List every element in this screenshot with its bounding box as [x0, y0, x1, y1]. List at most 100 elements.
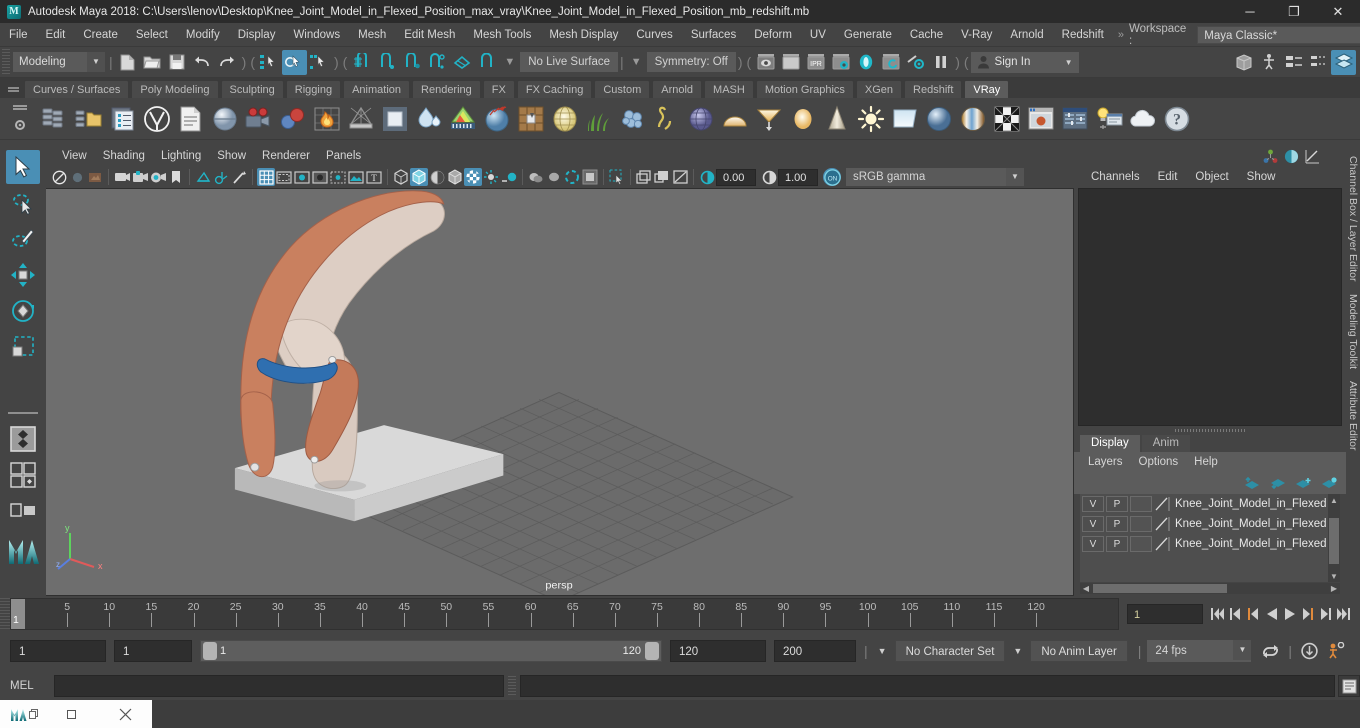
vray-fur-icon[interactable] [480, 102, 514, 136]
layers-menu[interactable]: Layers [1080, 456, 1131, 468]
tool-settings-icon[interactable] [1306, 50, 1331, 75]
anim-layer-dropdown[interactable]: No Anim Layer [1030, 640, 1128, 662]
layer-visibility-toggle[interactable]: V [1082, 536, 1104, 552]
xray-mode-icon[interactable] [464, 168, 482, 186]
tab-channel-box-layer-editor[interactable]: Channel Box / Layer Editor [1347, 150, 1359, 288]
ipr-close-icon[interactable] [671, 168, 689, 186]
step-forward-frame-icon[interactable] [1317, 604, 1334, 624]
viewport-menu-show[interactable]: Show [209, 146, 254, 166]
taskbar-maya-entry[interactable] [0, 706, 44, 723]
layer-playback-toggle[interactable]: P [1106, 496, 1128, 512]
snap-curve-icon[interactable] [374, 50, 399, 75]
channels-show-menu[interactable]: Show [1238, 171, 1285, 183]
channels-object-menu[interactable]: Object [1186, 171, 1237, 183]
render-settings-icon[interactable] [828, 50, 853, 75]
menu-vray[interactable]: V-Ray [952, 23, 1001, 47]
animation-end-field[interactable]: 200 [774, 640, 856, 662]
vray-rect-light-icon[interactable] [888, 102, 922, 136]
last-tool-used[interactable] [6, 366, 40, 400]
film-gate-icon[interactable] [275, 168, 293, 186]
wireframe-on-shaded-icon[interactable] [446, 168, 464, 186]
layer-shading-toggle[interactable] [1130, 536, 1152, 552]
select-hierarchy-icon[interactable] [257, 50, 282, 75]
exposure-field[interactable]: 0.00 [716, 168, 756, 186]
viewport-menu-view[interactable]: View [54, 146, 95, 166]
taskbar-close-button[interactable] [98, 700, 152, 728]
shelf-tab-poly-modeling[interactable]: Poly Modeling [131, 80, 219, 98]
range-end-field[interactable]: 120 [670, 640, 766, 662]
step-forward-key-icon[interactable] [1299, 604, 1316, 624]
menu-cache[interactable]: Cache [901, 23, 952, 47]
shelf-tab-rigging[interactable]: Rigging [285, 80, 342, 98]
bookmark-icon[interactable] [167, 168, 185, 186]
shelf-tab-curves-surfaces[interactable]: Curves / Surfaces [24, 80, 130, 98]
scroll-left-arrow-icon[interactable]: ◀ [1080, 583, 1092, 594]
2d-pan-zoom-icon[interactable] [131, 168, 149, 186]
menu-windows[interactable]: Windows [284, 23, 349, 47]
xray-icon[interactable] [347, 168, 365, 186]
vray-fire-icon[interactable] [310, 102, 344, 136]
character-set-chevron-icon[interactable]: ▼ [870, 646, 895, 656]
motion-blur-icon[interactable] [563, 168, 581, 186]
command-input[interactable] [54, 675, 504, 697]
xray-joints-icon[interactable] [230, 168, 248, 186]
table-row[interactable]: V P Knee_Joint_Model_in_Flexed [1080, 534, 1340, 554]
layer-visibility-toggle[interactable]: V [1082, 516, 1104, 532]
shelf-tab-fx[interactable]: FX [482, 80, 515, 98]
smooth-shade-icon[interactable] [410, 168, 428, 186]
render-setup-icon[interactable] [878, 50, 903, 75]
menu-curves[interactable]: Curves [627, 23, 681, 47]
menu-display[interactable]: Display [229, 23, 285, 47]
vray-sphere-material-icon[interactable] [208, 102, 242, 136]
shelf-tab-sculpting[interactable]: Sculpting [220, 80, 284, 98]
vray-ies-light-icon[interactable] [752, 102, 786, 136]
snap-projected-icon[interactable] [424, 50, 449, 75]
layer-name[interactable]: Knee_Joint_Model_in_Flexed [1175, 498, 1327, 510]
range-start-handle[interactable] [203, 642, 217, 660]
shade-and-texture-icon[interactable] [428, 168, 446, 186]
scrollbar-thumb[interactable] [1093, 584, 1227, 593]
vray-light-lister-icon[interactable] [1092, 102, 1126, 136]
menu-edit[interactable]: Edit [37, 23, 75, 47]
layer-playback-toggle[interactable]: P [1106, 516, 1128, 532]
wireframe-mode-icon[interactable] [392, 168, 410, 186]
lasso-select-tool[interactable] [6, 186, 40, 220]
chevron-down-icon[interactable]: ▼ [1233, 640, 1252, 660]
vray-sphere-light-icon[interactable] [684, 102, 718, 136]
layer-color-swatch[interactable] [1154, 536, 1172, 552]
viewport-menu-lighting[interactable]: Lighting [153, 146, 209, 166]
vray-save-icon[interactable] [38, 102, 72, 136]
snap-view-plane-icon[interactable] [449, 50, 474, 75]
vray-render-log-icon[interactable] [174, 102, 208, 136]
taskbar-maximize-button[interactable] [44, 700, 98, 728]
move-layer-down-icon[interactable] [1269, 477, 1286, 490]
menu-arnold[interactable]: Arnold [1001, 23, 1052, 47]
rotate-tool[interactable] [6, 294, 40, 328]
vray-help-icon[interactable]: ? [1160, 102, 1194, 136]
shelf-grip[interactable] [2, 78, 24, 98]
pause-render-icon[interactable] [928, 50, 953, 75]
lock-camera-icon[interactable] [68, 168, 86, 186]
render-sequence-icon[interactable] [778, 50, 803, 75]
workspace-dropdown[interactable]: Maya Classic* ▼ [1197, 25, 1360, 44]
auto-keyframe-icon[interactable] [1300, 642, 1319, 660]
tab-attribute-editor[interactable]: Attribute Editor [1347, 375, 1359, 456]
redo-icon[interactable] [215, 50, 240, 75]
table-row[interactable]: V P Knee_Joint_Model_in_Flexed [1080, 514, 1340, 534]
vray-cloud-icon[interactable] [1126, 102, 1160, 136]
shelf-menu-icon[interactable] [13, 105, 27, 111]
layer-list-horizontal-scrollbar[interactable]: ◀ ▶ [1080, 583, 1340, 594]
display-layer-list[interactable]: V P Knee_Joint_Model_in_Flexed V P Knee_… [1080, 494, 1340, 582]
close-button[interactable]: ✕ [1316, 0, 1360, 23]
vray-mesh-light-icon[interactable] [344, 102, 378, 136]
snap-point-icon[interactable] [399, 50, 424, 75]
vray-sun-icon[interactable] [786, 102, 820, 136]
shadows-icon[interactable] [527, 168, 545, 186]
graph-editor-icon[interactable] [1305, 149, 1320, 164]
undo-icon[interactable] [190, 50, 215, 75]
layer-shading-toggle[interactable] [1130, 496, 1152, 512]
move-tool[interactable] [6, 258, 40, 292]
statusbar-grip[interactable] [2, 49, 10, 75]
shelf-tab-rendering[interactable]: Rendering [412, 80, 481, 98]
shelf-tab-custom[interactable]: Custom [594, 80, 651, 98]
